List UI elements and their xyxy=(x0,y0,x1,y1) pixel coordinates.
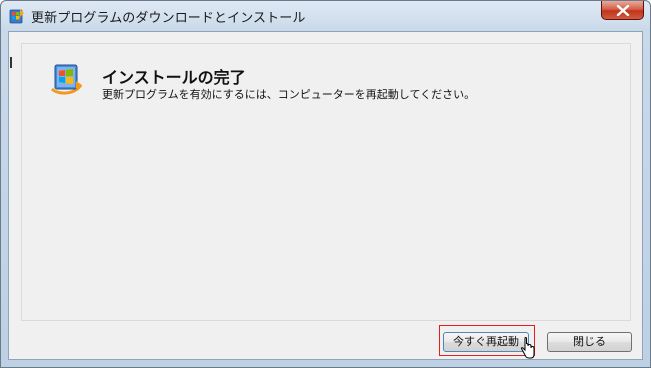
restart-message: 更新プログラムを有効にするには、コンピューターを再起動してください。 xyxy=(102,88,476,101)
dialog-client-area: インストールの完了 更新プログラムを有効にするには、コンピューターを再起動してく… xyxy=(8,31,643,360)
close-button[interactable]: 閉じる xyxy=(547,332,632,352)
windows-update-icon xyxy=(50,64,83,95)
window-close-button[interactable] xyxy=(601,1,644,20)
content-panel: インストールの完了 更新プログラムを有効にするには、コンピューターを再起動してく… xyxy=(21,43,631,321)
window-title: 更新プログラムのダウンロードとインストール xyxy=(31,11,306,26)
windows-update-icon xyxy=(9,9,24,24)
title-bar[interactable]: 更新プログラムのダウンロードとインストール xyxy=(1,1,650,31)
dialog-window: 更新プログラムのダウンロードとインストール インストールの完了 更新プログラムを… xyxy=(0,0,651,368)
mouse-pointer-icon xyxy=(521,337,535,359)
page-title: インストールの完了 xyxy=(102,68,246,87)
close-icon xyxy=(616,5,630,16)
edge-marker xyxy=(10,57,12,68)
restart-now-button[interactable]: 今すぐ再起動 xyxy=(443,332,529,352)
